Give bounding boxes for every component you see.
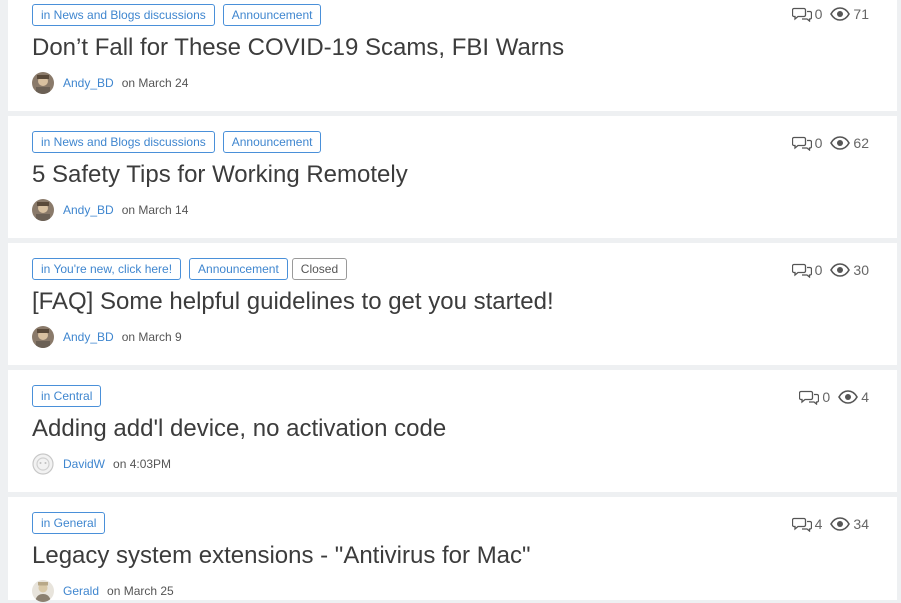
comment-count: 0 [791,262,823,278]
comment-bubbles-icon [799,390,820,405]
author-link[interactable]: Gerald [63,584,99,598]
post-date: on March 24 [121,76,189,90]
discussion-card: in General Legacy system extensions - "A… [8,497,897,603]
comment-count-value: 0 [814,262,823,278]
comment-count-value: 0 [814,6,823,22]
tag-list: in General [32,512,106,534]
discussion-title[interactable]: Adding add'l device, no activation code [32,415,446,443]
comment-count-value: 4 [814,516,823,532]
comment-bubbles-icon [791,517,812,532]
category-tag[interactable]: in Central [32,385,102,407]
post-date: on 4:03PM [113,457,172,471]
comment-count: 4 [791,516,823,532]
discussion-title[interactable]: [FAQ] Some helpful guidelines to get you… [32,288,554,316]
eye-icon [830,517,851,531]
comment-bubbles-icon [791,7,812,22]
discussion-card: in News and Blogs discussions Announceme… [8,116,897,238]
tag-list: in You're new, click here! Announcement … [32,258,348,280]
discussion-title[interactable]: Legacy system extensions - "Antivirus fo… [32,542,531,570]
view-count-value: 62 [853,135,869,151]
author-link[interactable]: Andy_BD [63,76,114,90]
post-date: on March 25 [107,584,174,598]
tag-list: in News and Blogs discussions Announceme… [32,4,322,26]
announcement-tag[interactable]: Announcement [189,258,288,280]
post-date: on March 9 [121,330,182,344]
announcement-tag[interactable]: Announcement [222,4,322,26]
author-link[interactable]: Andy_BD [63,330,114,344]
post-stats: 0 62 [791,135,869,151]
post-stats: 4 34 [791,516,869,532]
avatar[interactable] [32,580,54,602]
category-tag[interactable]: in General [32,512,106,534]
discussion-card: in News and Blogs discussions Announceme… [8,0,897,111]
avatar[interactable] [32,199,54,221]
author-link[interactable]: Andy_BD [63,203,114,217]
view-count-value: 4 [861,389,869,405]
category-tag[interactable]: in News and Blogs discussions [32,131,215,153]
comment-count: 0 [791,135,823,151]
view-count-value: 71 [853,6,869,22]
announcement-tag[interactable]: Announcement [222,131,322,153]
post-meta: Andy_BD on March 9 [32,325,182,349]
post-meta: Gerald on March 25 [32,579,174,603]
view-count: 4 [838,389,869,405]
view-count: 71 [830,6,869,22]
comment-bubbles-icon [791,136,812,151]
author-link[interactable]: DavidW [63,457,105,471]
discussion-card: in You're new, click here! Announcement … [8,243,897,365]
avatar[interactable] [32,326,54,348]
view-count: 62 [830,135,869,151]
post-stats: 0 30 [791,262,869,278]
discussion-card: in Central Adding add'l device, no activ… [8,370,897,492]
eye-icon [830,7,851,21]
view-count-value: 30 [853,262,869,278]
post-date: on March 14 [121,203,189,217]
category-tag[interactable]: in News and Blogs discussions [32,4,215,26]
comment-count-value: 0 [822,389,831,405]
avatar[interactable] [32,453,54,475]
eye-icon [830,136,851,150]
post-stats: 0 4 [799,389,869,405]
comment-bubbles-icon [791,263,812,278]
tag-list: in Central [32,385,102,407]
eye-icon [838,390,859,404]
discussion-title[interactable]: 5 Safety Tips for Working Remotely [32,161,408,189]
eye-icon [830,263,851,277]
closed-badge: Closed [291,258,348,280]
post-meta: Andy_BD on March 14 [32,198,188,222]
category-tag[interactable]: in You're new, click here! [32,258,182,280]
post-stats: 0 71 [791,6,869,22]
comment-count: 0 [799,389,830,405]
avatar[interactable] [32,72,54,94]
comment-count-value: 0 [814,135,823,151]
comment-count: 0 [791,6,823,22]
view-count-value: 34 [853,516,869,532]
discussion-title[interactable]: Don’t Fall for These COVID-19 Scams, FBI… [32,34,564,62]
post-meta: Andy_BD on March 24 [32,71,188,95]
view-count: 34 [830,516,869,532]
post-meta: DavidW on 4:03PM [32,452,171,476]
view-count: 30 [830,262,869,278]
tag-list: in News and Blogs discussions Announceme… [32,131,322,153]
